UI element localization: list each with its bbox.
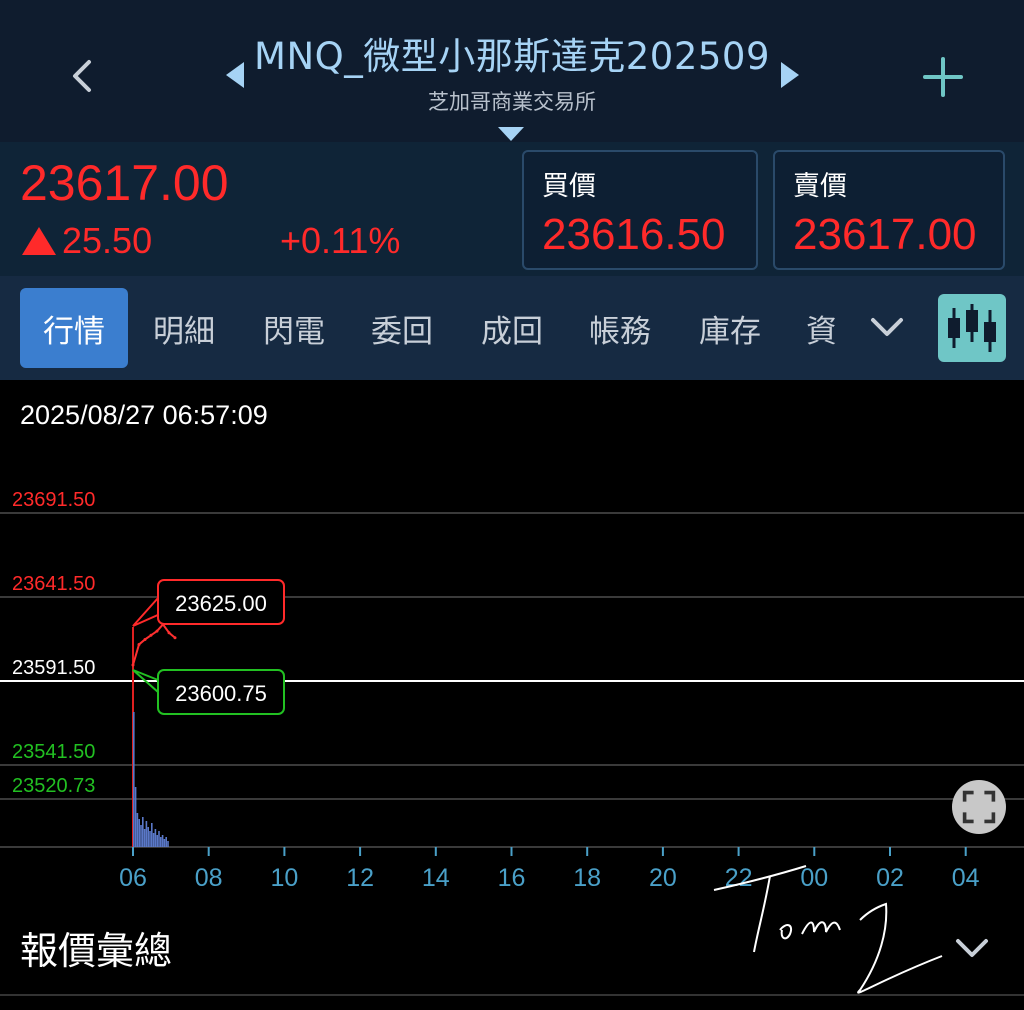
volume-bars bbox=[133, 712, 169, 847]
candlestick-icon bbox=[948, 304, 996, 352]
fullscreen-button[interactable] bbox=[952, 780, 1006, 834]
volume-bar bbox=[158, 831, 160, 847]
volume-bar bbox=[149, 831, 151, 847]
price-point bbox=[149, 633, 153, 637]
price-point bbox=[155, 629, 159, 633]
contract-dropdown-arrow-icon[interactable] bbox=[498, 127, 524, 141]
volume-bar bbox=[156, 835, 158, 847]
last-price: 23617.00 bbox=[20, 155, 229, 211]
plus-icon bbox=[923, 57, 963, 97]
price-change-percent: +0.11% bbox=[280, 220, 401, 261]
chart-timestamp: 2025/08/27 06:57:09 bbox=[20, 400, 268, 430]
x-tick-label: 04 bbox=[952, 864, 980, 892]
price-label-3: 23541.50 bbox=[12, 741, 95, 763]
tab-order-return[interactable]: 委回 bbox=[348, 288, 456, 368]
header: MNQ_微型小那斯達克202509 芝加哥商業交易所 bbox=[0, 0, 1024, 142]
x-tick-label: 14 bbox=[422, 864, 450, 892]
ask-price: 23617.00 bbox=[793, 210, 977, 259]
exchange-name: 芝加哥商業交易所 bbox=[428, 90, 596, 114]
up-triangle-icon bbox=[22, 227, 56, 255]
price-point bbox=[137, 642, 141, 646]
x-tick-label: 16 bbox=[498, 864, 526, 892]
price-point bbox=[131, 663, 135, 667]
x-tick-label: 06 bbox=[119, 864, 147, 892]
contract-title-block[interactable]: MNQ_微型小那斯達克202509 芝加哥商業交易所 bbox=[222, 30, 802, 116]
price-point bbox=[167, 631, 171, 635]
quote-panel: 23617.00 25.50 +0.11% 買價 23616.50 賣價 236… bbox=[0, 142, 1024, 276]
x-tick-label: 10 bbox=[270, 864, 298, 892]
price-point bbox=[173, 636, 177, 640]
volume-bar bbox=[143, 829, 146, 847]
volume-bar bbox=[152, 833, 155, 847]
fullscreen-icon bbox=[962, 790, 996, 824]
price-label-4: 23520.73 bbox=[12, 775, 95, 797]
volume-bar bbox=[161, 835, 164, 847]
x-tick-label: 20 bbox=[649, 864, 677, 892]
intraday-chart[interactable]: 23691.50 23641.50 23591.50 23541.50 2352… bbox=[0, 440, 1024, 900]
high-callout-pointer bbox=[132, 595, 162, 627]
high-callout-text: 23625.00 bbox=[175, 591, 267, 616]
volume-bar bbox=[151, 823, 153, 847]
volume-bar bbox=[163, 839, 166, 847]
volume-bar bbox=[133, 712, 135, 847]
quote-summary-title[interactable]: 報價彙總 bbox=[20, 920, 172, 975]
x-tick-label: 08 bbox=[195, 864, 223, 892]
tab-detail[interactable]: 明細 bbox=[130, 288, 238, 368]
price-series-points bbox=[131, 622, 177, 667]
price-change-value: 25.50 bbox=[62, 220, 153, 261]
bottom-divider bbox=[0, 994, 1024, 996]
volume-bar bbox=[140, 825, 142, 847]
low-callout-text: 23600.75 bbox=[175, 681, 267, 706]
volume-bar bbox=[136, 813, 139, 847]
tab-bar: 行情 明細 閃電 委回 成回 帳務 庫存 資 bbox=[0, 276, 1024, 380]
tab-assets[interactable]: 資 bbox=[786, 288, 846, 368]
next-contract-arrow-icon[interactable] bbox=[781, 62, 799, 88]
x-tick-label: 18 bbox=[573, 864, 601, 892]
tab-fill-return[interactable]: 成回 bbox=[458, 288, 566, 368]
back-button[interactable] bbox=[52, 40, 112, 112]
volume-bar bbox=[160, 837, 162, 847]
volume-bar bbox=[145, 821, 148, 847]
volume-bar bbox=[134, 787, 137, 847]
volume-bar bbox=[138, 819, 140, 847]
handwritten-signature bbox=[713, 865, 943, 994]
kline-button[interactable] bbox=[938, 294, 1006, 362]
add-button[interactable] bbox=[906, 42, 980, 112]
chevron-down-icon[interactable] bbox=[952, 928, 992, 968]
bid-box[interactable]: 買價 23616.50 bbox=[522, 150, 758, 270]
volume-bar bbox=[167, 841, 169, 847]
tab-quote[interactable]: 行情 bbox=[20, 288, 128, 368]
ask-label: 賣價 bbox=[793, 171, 847, 202]
chevron-down-icon bbox=[871, 318, 903, 336]
tab-lightning[interactable]: 閃電 bbox=[240, 288, 348, 368]
price-point bbox=[143, 637, 147, 641]
volume-bar bbox=[154, 829, 157, 847]
volume-bar bbox=[142, 817, 144, 847]
x-tick-label: 12 bbox=[346, 864, 374, 892]
more-tabs-button[interactable] bbox=[864, 304, 910, 350]
tab-account[interactable]: 帳務 bbox=[566, 288, 674, 368]
bid-label: 買價 bbox=[542, 171, 596, 202]
contract-title: MNQ_微型小那斯達克202509 bbox=[254, 35, 770, 78]
chevron-left-icon bbox=[73, 60, 91, 92]
tab-inventory[interactable]: 庫存 bbox=[676, 288, 784, 368]
bid-price: 23616.50 bbox=[542, 210, 726, 259]
price-label-2: 23591.50 bbox=[12, 657, 95, 679]
price-label-1: 23641.50 bbox=[12, 573, 95, 595]
volume-bar bbox=[147, 827, 149, 847]
price-label-0: 23691.50 bbox=[12, 489, 95, 511]
ask-box[interactable]: 賣價 23617.00 bbox=[773, 150, 1005, 270]
volume-bar bbox=[165, 837, 167, 847]
price-change: 25.50 bbox=[22, 220, 152, 262]
